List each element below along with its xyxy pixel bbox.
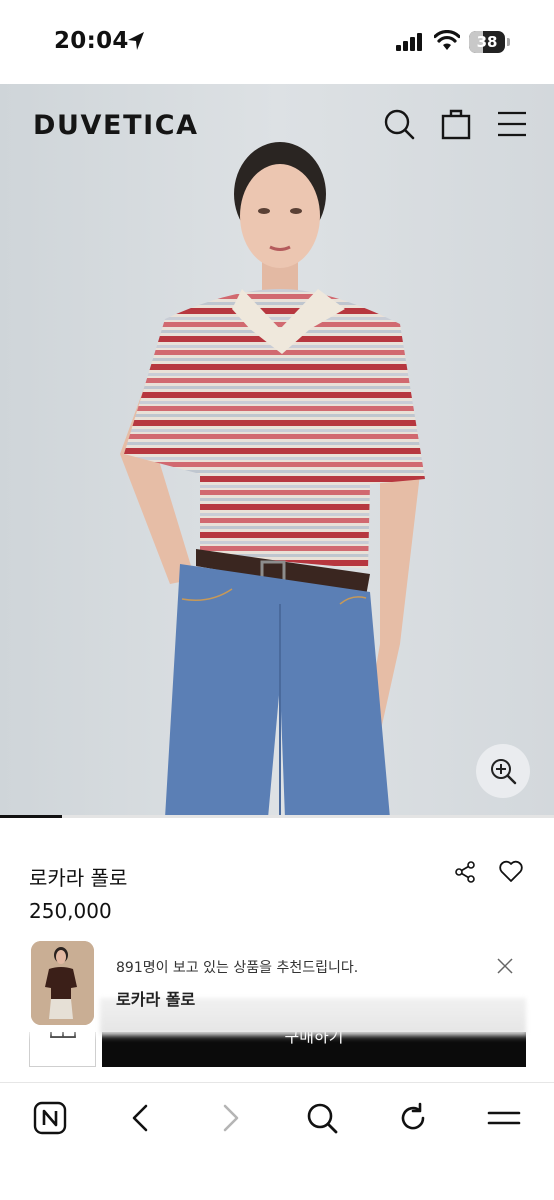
back-icon bbox=[132, 1104, 148, 1132]
heart-icon[interactable] bbox=[498, 858, 524, 884]
forward-button[interactable] bbox=[213, 1100, 249, 1136]
product-price: 250,000 bbox=[29, 899, 112, 923]
browser-search-button[interactable] bbox=[304, 1100, 340, 1136]
status-time: 20:04 bbox=[54, 28, 129, 54]
battery-level: 38 bbox=[476, 33, 498, 51]
brand-logo[interactable]: DUVETICA bbox=[33, 110, 199, 141]
status-bar: 20:04 38 bbox=[0, 0, 554, 84]
close-icon[interactable] bbox=[496, 957, 514, 975]
search-icon bbox=[307, 1103, 338, 1134]
model-photo bbox=[0, 84, 554, 818]
menu-icon bbox=[487, 1111, 521, 1125]
thumbnail-image bbox=[31, 941, 94, 1025]
product-name: 로카라 폴로 bbox=[29, 866, 128, 890]
location-arrow-icon bbox=[128, 32, 144, 50]
signal-icon bbox=[396, 33, 422, 51]
menu-icon[interactable] bbox=[496, 108, 528, 140]
carousel-progress bbox=[0, 815, 554, 818]
reload-icon bbox=[401, 1102, 425, 1130]
search-icon[interactable] bbox=[383, 108, 415, 140]
battery-icon: 38 bbox=[469, 31, 511, 53]
product-hero-image[interactable]: DUVETICA bbox=[0, 84, 554, 818]
shopping-bag-icon[interactable] bbox=[440, 108, 472, 140]
reload-button[interactable] bbox=[395, 1100, 431, 1136]
browser-toolbar bbox=[0, 1082, 554, 1200]
zoom-in-icon bbox=[491, 759, 517, 785]
back-button[interactable] bbox=[122, 1100, 158, 1136]
recommended-product-thumbnail[interactable] bbox=[31, 941, 94, 1025]
naver-home-button[interactable] bbox=[32, 1100, 68, 1136]
browser-menu-button[interactable] bbox=[486, 1100, 522, 1136]
naver-home-icon bbox=[33, 1101, 67, 1135]
carousel-indicator bbox=[0, 815, 62, 818]
wifi-icon bbox=[434, 30, 460, 50]
share-icon[interactable] bbox=[453, 860, 477, 884]
zoom-button[interactable] bbox=[476, 744, 530, 798]
recommended-product-name[interactable]: 로카라 폴로 bbox=[116, 986, 195, 1010]
recommendation-message: 891명이 보고 있는 상품을 추천드립니다. bbox=[116, 960, 359, 976]
forward-icon bbox=[223, 1104, 239, 1132]
